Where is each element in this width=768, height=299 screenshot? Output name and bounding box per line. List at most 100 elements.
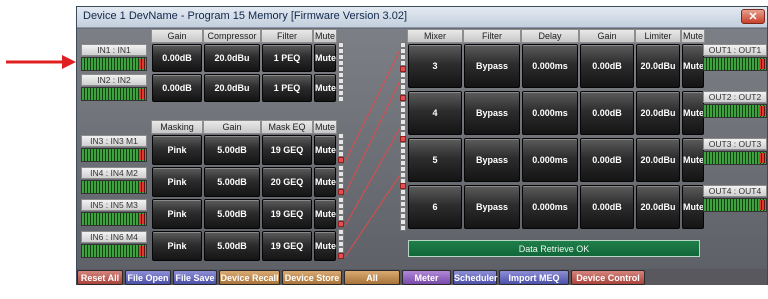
toolbar-all-programs-button[interactable]: All Programs bbox=[344, 270, 400, 297]
masking-gain-button[interactable]: 5.00dB bbox=[204, 231, 260, 261]
output-mute-button[interactable]: Mute bbox=[682, 185, 704, 229]
toolbar-device-recall-button[interactable]: Device Recall bbox=[219, 270, 280, 285]
output-header-filter: Filter bbox=[463, 29, 521, 43]
toolbar-meter-button[interactable]: Meter bbox=[402, 270, 451, 285]
masking-type-button[interactable]: Pink bbox=[152, 231, 202, 261]
output-mixer-button[interactable]: 5 bbox=[408, 138, 462, 182]
masking-level-meter bbox=[81, 148, 147, 162]
input-mute-button[interactable]: Mute bbox=[314, 44, 336, 72]
red-arrow-icon bbox=[6, 55, 76, 69]
output-gain-button[interactable]: 0.00dB bbox=[580, 185, 634, 229]
meter-peak bbox=[759, 106, 765, 116]
output-delay-button[interactable]: 0.000ms bbox=[522, 138, 578, 182]
toolbar-device-store-button[interactable]: Device Store bbox=[282, 270, 342, 285]
input-route-switch-5[interactable] bbox=[338, 96, 344, 102]
masking-type-button[interactable]: Pink bbox=[152, 199, 202, 229]
output-level-meter bbox=[703, 57, 767, 71]
toolbar-file-open-button[interactable]: File Open bbox=[125, 270, 171, 285]
output-gain-button[interactable]: 0.00dB bbox=[580, 91, 634, 135]
output-header-mute: Mute bbox=[681, 29, 705, 43]
masking-channel-label[interactable]: IN4 : IN4 M2 bbox=[81, 167, 147, 179]
output-header-delay: Delay bbox=[521, 29, 579, 43]
masking-channel-label[interactable]: IN5 : IN5 M3 bbox=[81, 199, 147, 211]
output-header-limiter: Limiter bbox=[635, 29, 681, 43]
output-gain-button[interactable]: 0.00dB bbox=[580, 44, 634, 88]
masking-gain-button[interactable]: 5.00dB bbox=[204, 135, 260, 165]
output-filter-button[interactable]: Bypass bbox=[464, 185, 520, 229]
input-channel-label[interactable]: IN2 : IN2 bbox=[81, 74, 147, 86]
masking-eq-button[interactable]: 19 GEQ bbox=[262, 199, 312, 229]
output-delay-button[interactable]: 0.000ms bbox=[522, 44, 578, 88]
routing-line bbox=[344, 174, 401, 258]
masking-gain-button[interactable]: 5.00dB bbox=[204, 199, 260, 229]
meter-peak bbox=[139, 246, 145, 256]
output-channel-label[interactable]: OUT4 : OUT4 bbox=[703, 185, 767, 197]
meter-peak bbox=[139, 59, 145, 69]
masking-route-switch-5[interactable] bbox=[338, 157, 344, 163]
output-channel-label[interactable]: OUT2 : OUT2 bbox=[703, 91, 767, 103]
input-level-meter bbox=[81, 57, 147, 71]
bottom-toolbar: Reset All File Open File Save Device Recall… bbox=[77, 269, 767, 297]
toolbar-reset-all-button[interactable]: Reset All bbox=[77, 270, 123, 285]
input-gain-button[interactable]: 0.00dB bbox=[152, 74, 202, 102]
meter-peak bbox=[139, 150, 145, 160]
input-compressor-button[interactable]: 20.0dBu bbox=[204, 44, 260, 72]
masking-header-masking: Masking bbox=[151, 120, 203, 134]
masking-type-button[interactable]: Pink bbox=[152, 135, 202, 165]
output-mixer-button[interactable]: 6 bbox=[408, 185, 462, 229]
masking-eq-button[interactable]: 19 GEQ bbox=[262, 231, 312, 261]
masking-eq-button[interactable]: 19 GEQ bbox=[262, 135, 312, 165]
output-mixer-button[interactable]: 4 bbox=[408, 91, 462, 135]
masking-channel-label[interactable]: IN3 : IN3 M1 bbox=[81, 135, 147, 147]
toolbar-file-save-button[interactable]: File Save bbox=[173, 270, 217, 285]
input-compressor-button[interactable]: 20.0dBu bbox=[204, 74, 260, 102]
input-channel-label[interactable]: IN1 : IN1 bbox=[81, 44, 147, 56]
masking-gain-button[interactable]: 5.00dB bbox=[204, 167, 260, 197]
masking-channel-label[interactable]: IN6 : IN6 M4 bbox=[81, 231, 147, 243]
output-route-switch-8[interactable] bbox=[400, 225, 406, 231]
app-window: Device 1 DevName - Program 15 Memory [Fi… bbox=[76, 6, 768, 297]
toolbar-scheduler-button[interactable]: Scheduler bbox=[453, 270, 498, 285]
output-limiter-button[interactable]: 20.0dBu bbox=[636, 185, 680, 229]
meter-peak bbox=[759, 200, 765, 210]
output-delay-button[interactable]: 0.000ms bbox=[522, 91, 578, 135]
masking-mute-button[interactable]: Mute bbox=[314, 231, 336, 261]
output-mixer-button[interactable]: 3 bbox=[408, 44, 462, 88]
masking-mute-button[interactable]: Mute bbox=[314, 135, 336, 165]
output-channel-label[interactable]: OUT3 : OUT3 bbox=[703, 138, 767, 150]
output-delay-button[interactable]: 0.000ms bbox=[522, 185, 578, 229]
masking-mute-button[interactable]: Mute bbox=[314, 167, 336, 197]
output-filter-button[interactable]: Bypass bbox=[464, 44, 520, 88]
output-channel-label[interactable]: OUT1 : OUT1 bbox=[703, 44, 767, 56]
output-limiter-button[interactable]: 20.0dBu bbox=[636, 44, 680, 88]
masking-route-switch-5[interactable] bbox=[338, 253, 344, 259]
meter-peak bbox=[759, 153, 765, 163]
input-filter-button[interactable]: 1 PEQ bbox=[262, 44, 312, 72]
output-header-gain: Gain bbox=[579, 29, 635, 43]
masking-mute-button[interactable]: Mute bbox=[314, 199, 336, 229]
masking-level-meter bbox=[81, 212, 147, 226]
masking-route-switch-5[interactable] bbox=[338, 221, 344, 227]
toolbar-device-control-button[interactable]: Device Control bbox=[571, 270, 645, 285]
output-limiter-button[interactable]: 20.0dBu bbox=[636, 138, 680, 182]
masking-eq-button[interactable]: 20 GEQ bbox=[262, 167, 312, 197]
output-level-meter bbox=[703, 151, 767, 165]
output-gain-button[interactable]: 0.00dB bbox=[580, 138, 634, 182]
output-mute-button[interactable]: Mute bbox=[682, 138, 704, 182]
output-mute-button[interactable]: Mute bbox=[682, 44, 704, 88]
output-mute-button[interactable]: Mute bbox=[682, 91, 704, 135]
masking-route-switch-5[interactable] bbox=[338, 189, 344, 195]
input-mute-button[interactable]: Mute bbox=[314, 74, 336, 102]
output-filter-button[interactable]: Bypass bbox=[464, 138, 520, 182]
output-limiter-button[interactable]: 20.0dBu bbox=[636, 91, 680, 135]
input-level-meter bbox=[81, 87, 147, 101]
masking-type-button[interactable]: Pink bbox=[152, 167, 202, 197]
masking-header-gain: Gain bbox=[203, 120, 261, 134]
status-bar: Data Retrieve OK bbox=[408, 240, 700, 257]
input-gain-button[interactable]: 0.00dB bbox=[152, 44, 202, 72]
masking-header-mask-eq: Mask EQ bbox=[261, 120, 313, 134]
output-header-mixer: Mixer bbox=[407, 29, 463, 43]
input-filter-button[interactable]: 1 PEQ bbox=[262, 74, 312, 102]
output-filter-button[interactable]: Bypass bbox=[464, 91, 520, 135]
toolbar-import-meq-data-button[interactable]: Import MEQ Data bbox=[499, 270, 569, 297]
